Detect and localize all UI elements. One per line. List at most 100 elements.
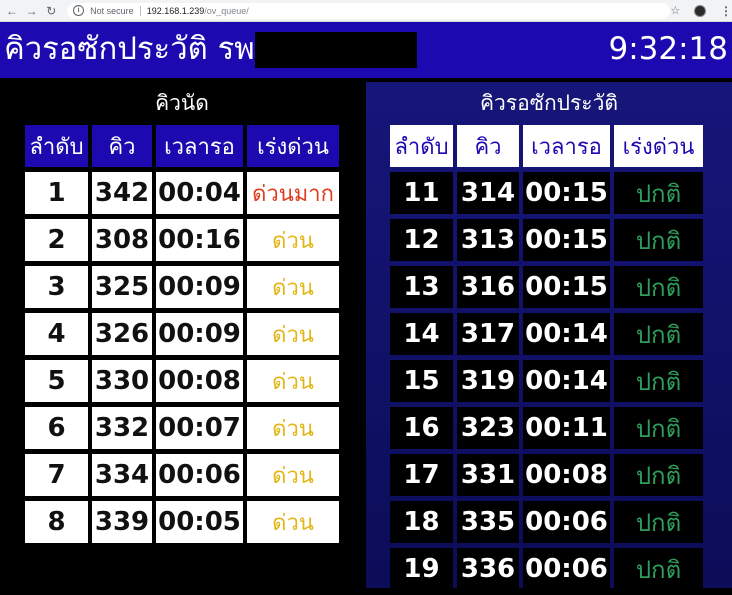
history-queue-panel: คิวรอซักประวัติ ลำดับ คิว เวลารอ เร่งด่ว… [366,82,732,590]
cell-order: 15 [390,360,453,402]
cell-wait-time: 00:06 [523,548,610,590]
page-title: คิวรอซักประวัติ รพ. [4,31,265,67]
table-header-row: ลำดับ คิว เวลารอ เร่งด่วน [25,125,339,167]
cell-queue: 323 [457,407,519,449]
cell-priority: ด่วน [247,266,339,308]
cell-queue: 334 [92,454,152,496]
back-icon[interactable]: ← [4,3,20,19]
cell-wait-time: 00:09 [156,313,243,355]
history-queue-title: คิวรอซักประวัติ [479,91,619,115]
cell-priority: ด่วน [247,219,339,261]
cell-order: 12 [390,219,453,261]
cell-wait-time: 00:06 [523,501,610,543]
cell-queue: 339 [92,501,152,543]
cell-wait-time: 00:08 [156,360,243,402]
cell-priority: ด่วนมาก [247,172,339,214]
table-row: 6 332 00:07 ด่วน [25,407,339,449]
appointment-queue-panel: คิวนัด ลำดับ คิว เวลารอ เร่งด่วน 1 342 00:… [0,82,364,588]
clock: 9:32:18 [608,31,728,67]
cell-wait-time: 00:14 [523,313,610,355]
table-row: 14 317 00:14 ปกติ [390,313,703,355]
url-host: 192.168.1.239 [146,5,205,16]
cell-queue: 336 [457,548,519,590]
cell-wait-time: 00:05 [156,501,243,543]
cell-queue: 335 [457,501,519,543]
table-row: 8 339 00:05 ด่วน [25,501,339,543]
cell-priority: ปกติ [614,266,703,308]
url-path: /ov_queue/ [204,5,249,16]
header-wait-time: เวลารอ [156,125,243,167]
history-queue-table: ลำดับ คิว เวลารอ เร่งด่วน 11 314 00:15 ปกติ… [390,125,703,595]
table-row: 2 308 00:16 ด่วน [25,219,339,261]
cell-queue: 313 [457,219,519,261]
bookmark-star-icon[interactable]: ☆ [670,4,680,17]
table-row: 16 323 00:11 ปกติ [390,407,703,449]
table-row: 17 331 00:08 ปกติ [390,454,703,496]
forward-icon[interactable]: → [24,3,40,19]
table-row: 1 342 00:04 ด่วนมาก [25,172,339,214]
cell-priority: ปกติ [614,501,703,543]
cell-priority: ปกติ [614,172,703,214]
appointment-queue-table: ลำดับ คิว เวลารอ เร่งด่วน 1 342 00:04 ด่วนม… [25,125,339,548]
cell-priority: ด่วน [247,360,339,402]
cell-queue: 330 [92,360,152,402]
table-row: 3 325 00:09 ด่วน [25,266,339,308]
table-row: 19 336 00:06 ปกติ [390,548,703,590]
cell-wait-time: 00:14 [523,360,610,402]
cell-wait-time: 00:08 [523,454,610,496]
cell-priority: ด่วน [247,501,339,543]
cell-queue: 317 [457,313,519,355]
cell-wait-time: 00:06 [156,454,243,496]
header-queue: คิว [92,125,152,167]
cell-order: 3 [25,266,88,308]
cell-queue: 316 [457,266,519,308]
cell-priority: ด่วน [247,313,339,355]
cell-wait-time: 00:15 [523,266,610,308]
cell-order: 7 [25,454,88,496]
cell-order: 18 [390,501,453,543]
header-priority: เร่งด่วน [247,125,339,167]
cell-queue: 331 [457,454,519,496]
info-icon[interactable]: i [73,5,85,16]
cell-queue: 314 [457,172,519,214]
table-row: 18 335 00:06 ปกติ [390,501,703,543]
table-header-row: ลำดับ คิว เวลารอ เร่งด่วน [390,125,703,167]
cell-wait-time: 00:11 [523,407,610,449]
address-bar[interactable]: i Not secure 192.168.1.239 /ov_queue/ [67,2,671,19]
cell-queue: 319 [457,360,519,402]
cell-priority: ด่วน [247,454,339,496]
cell-wait-time: 00:15 [523,172,610,214]
table-row: 4 326 00:09 ด่วน [25,313,339,355]
cell-priority: ปกติ [614,219,703,261]
header-order: ลำดับ [390,125,453,167]
cell-queue: 342 [92,172,152,214]
cell-priority: ปกติ [614,454,703,496]
cell-wait-time: 00:09 [156,266,243,308]
cell-wait-time: 00:04 [156,172,243,214]
cell-queue: 325 [92,266,152,308]
cell-priority: ปกติ [614,407,703,449]
menu-dots-icon[interactable]: ⋮ [720,4,732,18]
cell-order: 8 [25,501,88,543]
cell-wait-time: 00:15 [523,219,610,261]
cell-order: 19 [390,548,453,590]
header-priority: เร่งด่วน [614,125,703,167]
cell-wait-time: 00:07 [156,407,243,449]
reload-icon[interactable]: ↻ [43,3,59,19]
cell-queue: 326 [92,313,152,355]
profile-avatar[interactable] [694,4,707,17]
cell-wait-time: 00:16 [156,219,243,261]
table-row: 5 330 00:08 ด่วน [25,360,339,402]
cell-order: 5 [25,360,88,402]
url-divider [139,5,141,16]
cell-queue: 308 [92,219,152,261]
cell-order: 1 [25,172,88,214]
not-secure-label: Not secure [90,5,134,16]
cell-priority: ปกติ [614,360,703,402]
redacted-hospital-name [255,32,417,68]
cell-order: 14 [390,313,453,355]
header-queue: คิว [457,125,519,167]
table-row: 15 319 00:14 ปกติ [390,360,703,402]
appointment-queue-title: คิวนัด [155,91,209,115]
cell-order: 17 [390,454,453,496]
